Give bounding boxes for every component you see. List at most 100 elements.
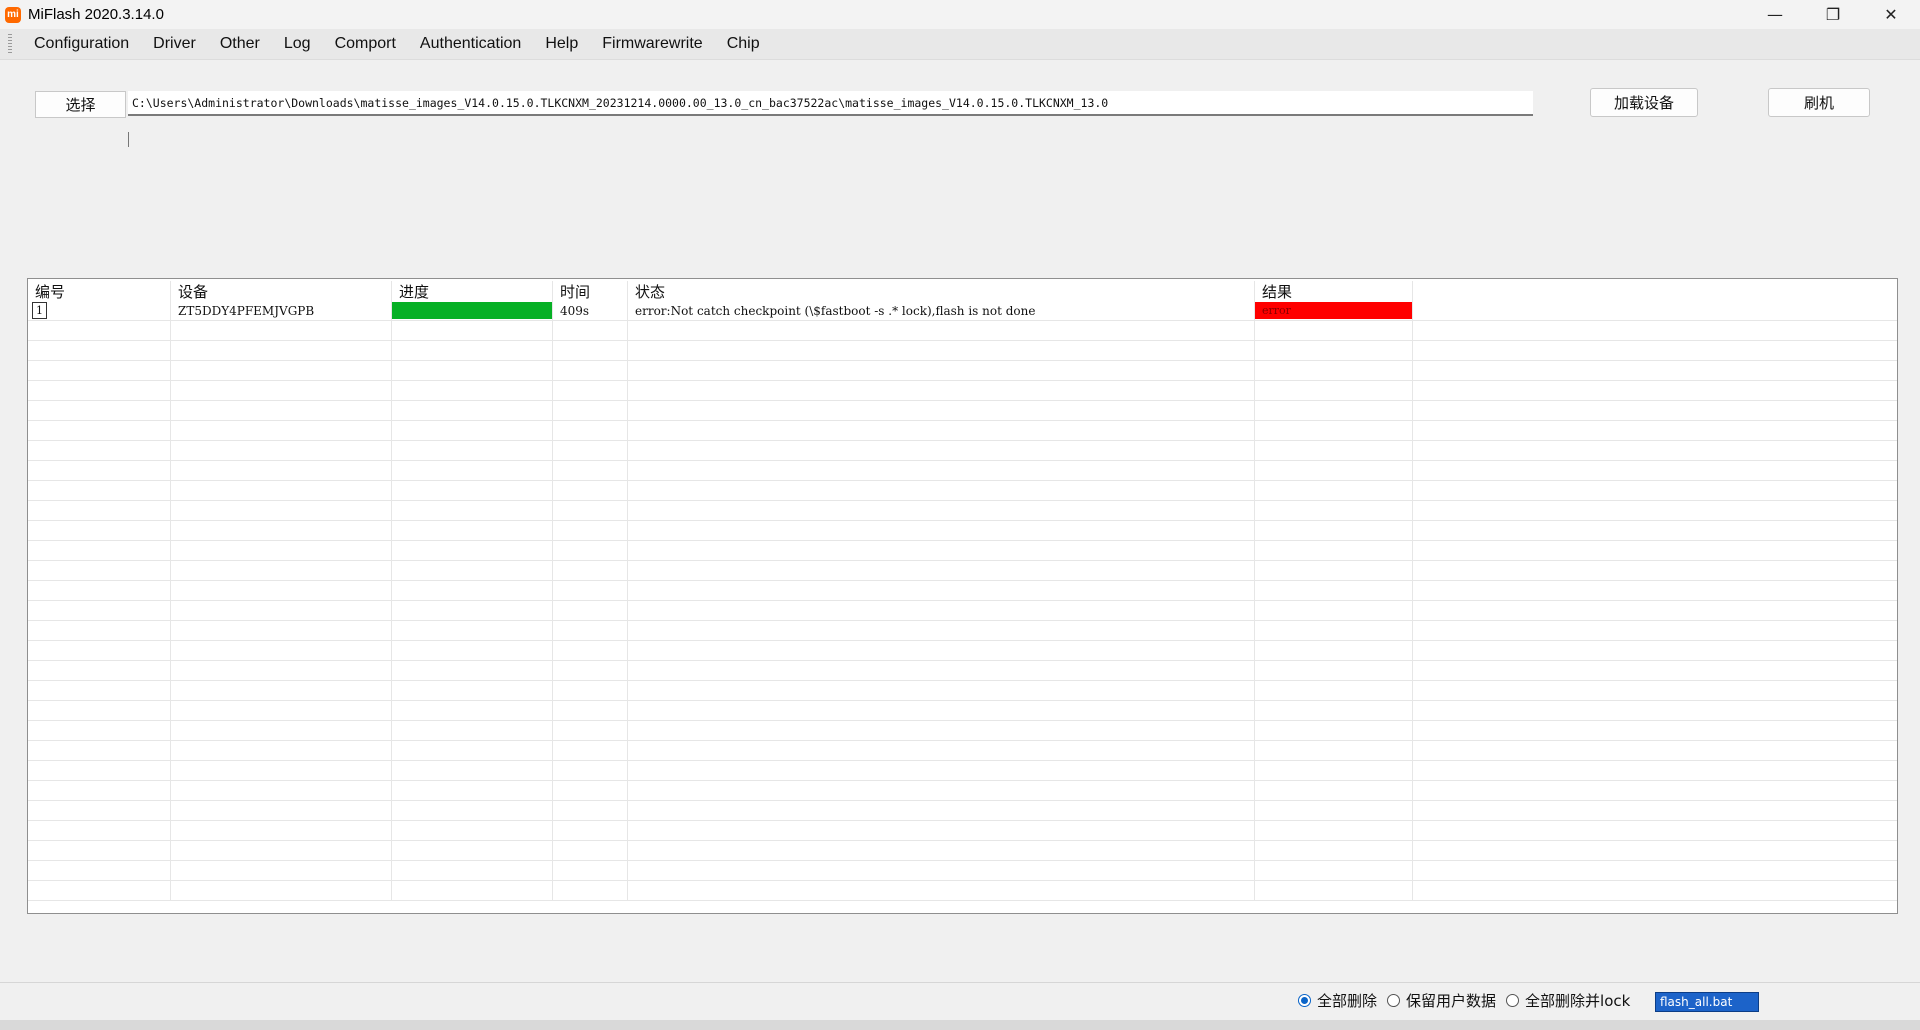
empty-cell: [171, 881, 392, 901]
close-button[interactable]: ✕: [1862, 0, 1920, 29]
empty-cell: [171, 661, 392, 681]
rom-path-input[interactable]: C:\Users\Administrator\Downloads\matisse…: [128, 91, 1533, 116]
empty-cell: [1413, 381, 1897, 401]
empty-cell: [28, 721, 171, 741]
cell-index[interactable]: 1: [28, 301, 171, 321]
empty-cell: [171, 421, 392, 441]
empty-cell: [1255, 341, 1413, 361]
empty-cell: [553, 601, 628, 621]
table-row[interactable]: 1 ZT5DDY4PFEMJVGPB 409s error:Not catch …: [28, 301, 1897, 321]
empty-cell: [28, 441, 171, 461]
empty-cell: [628, 781, 1255, 801]
empty-cell: [628, 501, 1255, 521]
header-status[interactable]: 状态: [628, 281, 1255, 301]
header-time[interactable]: 时间: [553, 281, 628, 301]
empty-table-row: [28, 321, 1897, 341]
flash-button[interactable]: 刷机: [1768, 88, 1870, 117]
menu-other[interactable]: Other: [208, 35, 272, 53]
empty-cell: [553, 481, 628, 501]
option-clean-all-lock[interactable]: 全部删除并lock: [1506, 990, 1630, 1011]
empty-cell: [628, 761, 1255, 781]
restore-button[interactable]: ❐: [1804, 0, 1862, 29]
empty-table-row: [28, 681, 1897, 701]
window-title: MiFlash 2020.3.14.0: [28, 6, 164, 23]
empty-cell: [628, 361, 1255, 381]
empty-cell: [28, 661, 171, 681]
empty-table-row: [28, 801, 1897, 821]
empty-cell: [1255, 701, 1413, 721]
empty-cell: [1413, 761, 1897, 781]
empty-cell: [553, 441, 628, 461]
empty-cell: [628, 601, 1255, 621]
flash-script-field[interactable]: flash_all.bat: [1655, 992, 1759, 1012]
empty-cell: [1255, 581, 1413, 601]
empty-cell: [553, 821, 628, 841]
empty-cell: [1255, 821, 1413, 841]
radio-unchecked-icon[interactable]: [1387, 994, 1401, 1007]
empty-cell: [171, 441, 392, 461]
empty-cell: [1413, 321, 1897, 341]
menu-authentication[interactable]: Authentication: [408, 35, 533, 53]
empty-cell: [553, 581, 628, 601]
header-device[interactable]: 设备: [171, 281, 392, 301]
empty-cell: [553, 681, 628, 701]
menu-configuration[interactable]: Configuration: [22, 35, 141, 53]
empty-cell: [171, 321, 392, 341]
menu-comport[interactable]: Comport: [323, 35, 408, 53]
menu-grip-icon: [8, 34, 12, 54]
progress-bar: [392, 302, 552, 319]
empty-cell: [1413, 721, 1897, 741]
header-result[interactable]: 结果: [1255, 281, 1413, 301]
menu-chip[interactable]: Chip: [715, 35, 772, 53]
empty-cell: [553, 381, 628, 401]
menu-driver[interactable]: Driver: [141, 35, 208, 53]
radio-unchecked-icon[interactable]: [1506, 994, 1520, 1007]
empty-cell: [392, 601, 553, 621]
empty-cell: [628, 821, 1255, 841]
empty-cell: [553, 461, 628, 481]
empty-cell: [1413, 501, 1897, 521]
empty-cell: [171, 601, 392, 621]
empty-table-row: [28, 881, 1897, 901]
empty-cell: [628, 701, 1255, 721]
empty-cell: [553, 341, 628, 361]
empty-cell: [1413, 861, 1897, 881]
empty-cell: [28, 701, 171, 721]
header-index[interactable]: 编号: [28, 281, 171, 301]
radio-checked-icon[interactable]: [1298, 994, 1311, 1007]
option-save-user-data[interactable]: 保留用户数据: [1387, 990, 1496, 1011]
load-device-button[interactable]: 加载设备: [1590, 88, 1698, 117]
empty-cell: [28, 361, 171, 381]
empty-cell: [171, 581, 392, 601]
empty-cell: [392, 561, 553, 581]
menu-firmwarewrite[interactable]: Firmwarewrite: [590, 35, 714, 53]
empty-cell: [392, 761, 553, 781]
empty-table-row: [28, 601, 1897, 621]
empty-cell: [1255, 841, 1413, 861]
empty-cell: [628, 641, 1255, 661]
empty-cell: [1413, 461, 1897, 481]
select-folder-button[interactable]: 选择: [35, 91, 126, 118]
empty-cell: [628, 521, 1255, 541]
empty-cell: [392, 321, 553, 341]
empty-cell: [628, 561, 1255, 581]
empty-cell: [392, 801, 553, 821]
empty-table-row: [28, 621, 1897, 641]
option-clean-all-lock-label: 全部删除并lock: [1525, 992, 1631, 1010]
device-table[interactable]: 编号 设备 进度 时间 状态 结果 1 ZT5DDY4PFEMJVGPB 409…: [27, 278, 1898, 914]
empty-cell: [28, 601, 171, 621]
empty-cell: [392, 581, 553, 601]
empty-cell: [28, 861, 171, 881]
menu-help[interactable]: Help: [533, 35, 590, 53]
empty-cell: [628, 861, 1255, 881]
option-clean-all[interactable]: 全部删除: [1298, 990, 1377, 1011]
empty-cell: [628, 841, 1255, 861]
header-progress[interactable]: 进度: [392, 281, 553, 301]
cell-progress: [392, 301, 553, 321]
flash-mode-options: 全部删除 保留用户数据 全部删除并lock: [1298, 990, 1640, 1011]
empty-cell: [171, 741, 392, 761]
empty-cell: [628, 441, 1255, 461]
empty-table-row: [28, 581, 1897, 601]
menu-log[interactable]: Log: [272, 35, 323, 53]
minimize-button[interactable]: —: [1746, 0, 1804, 29]
